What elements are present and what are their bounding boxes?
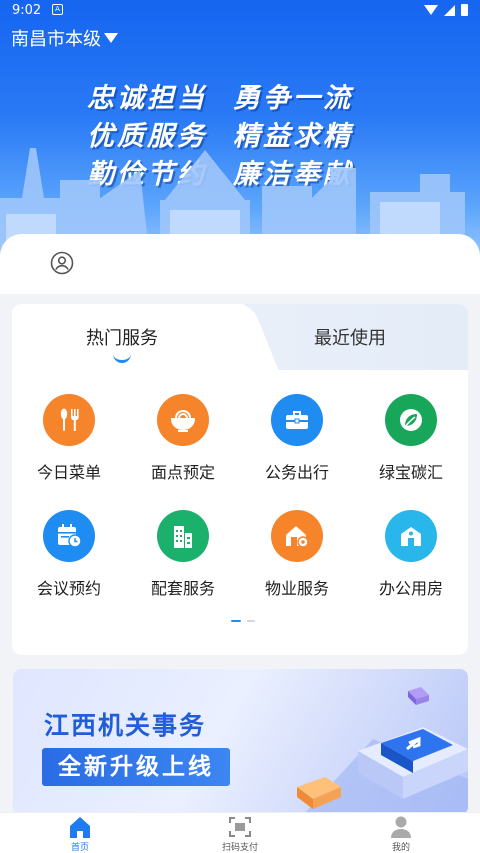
house-gear-icon (271, 510, 323, 562)
noodle-bowl-icon (157, 394, 209, 446)
service-label: 今日菜单 (36, 463, 101, 482)
page-indicator (231, 620, 255, 622)
office-house-icon (385, 510, 437, 562)
notification-icon: A (52, 4, 63, 15)
service-label: 公务出行 (264, 463, 329, 482)
caret-down-icon (104, 33, 118, 43)
page-dot-active (231, 620, 241, 622)
leaf-icon (385, 394, 437, 446)
service-item[interactable]: 绿宝碳汇 (354, 394, 468, 486)
slogan-text: 忠诚担当 (87, 83, 207, 114)
briefcase-icon (271, 394, 323, 446)
service-grid: 今日菜单 面点预定 公务出行 绿宝碳汇 会议预约 配套服务 物业服务 办公用房 (12, 394, 468, 602)
service-item[interactable]: 物业服务 (240, 510, 354, 602)
page-dot (247, 620, 255, 622)
scan-icon (229, 817, 251, 837)
tab-recent-used[interactable]: 最近使用 (314, 324, 386, 350)
service-item[interactable]: 面点预定 (126, 394, 240, 486)
service-item[interactable]: 会议预约 (12, 510, 126, 602)
banner-title: 江西机关事务 (44, 711, 207, 740)
promo-banner[interactable]: 江西机关事务 全新升级上线 (13, 669, 468, 815)
signal-icon (444, 4, 455, 16)
service-label: 物业服务 (264, 579, 329, 598)
nav-label: 扫码支付 (221, 843, 258, 853)
nav-mine[interactable]: 我的 (361, 815, 441, 853)
profile-icon (391, 816, 411, 838)
upgrade-illustration (297, 687, 468, 815)
buildings-icon (157, 510, 209, 562)
service-label: 面点预定 (150, 463, 215, 482)
battery-icon (461, 4, 468, 16)
nav-label: 我的 (391, 843, 410, 853)
service-item[interactable]: 公务出行 (240, 394, 354, 486)
nav-label: 首页 (70, 843, 89, 853)
banner-subtitle: 全新升级上线 (42, 748, 230, 786)
service-item[interactable]: 办公用房 (354, 510, 468, 602)
bottom-nav: 首页 扫码支付 我的 (0, 812, 480, 853)
city-label: 南昌市本级 (11, 29, 101, 50)
service-label: 办公用房 (378, 579, 443, 598)
slogan-text: 勇争一流 (233, 83, 353, 114)
wifi-icon (424, 5, 438, 15)
service-item[interactable]: 今日菜单 (12, 394, 126, 486)
status-bar: 9:02 A (0, 0, 480, 22)
service-label: 会议预约 (36, 579, 101, 598)
hero-banner: 9:02 A 南昌市本级 忠诚担当 勇争一流 优质服务 精益求精 勤俭节约 廉洁… (0, 0, 480, 262)
nav-home[interactable]: 首页 (40, 815, 120, 853)
nav-scan-pay[interactable]: 扫码支付 (200, 815, 280, 853)
user-card (0, 234, 480, 294)
user-avatar-icon[interactable] (50, 251, 74, 275)
service-label: 绿宝碳汇 (378, 463, 443, 482)
calendar-clock-icon (43, 510, 95, 562)
service-panel: 热门服务 最近使用 今日菜单 面点预定 公务出行 绿宝碳汇 会议预约 配套服务 … (12, 304, 468, 655)
city-selector[interactable]: 南昌市本级 (11, 26, 118, 50)
home-icon (70, 817, 90, 838)
tab-hot-services[interactable]: 热门服务 (86, 324, 158, 350)
fork-knife-icon (43, 394, 95, 446)
status-time: 9:02 (12, 3, 42, 18)
service-item[interactable]: 配套服务 (126, 510, 240, 602)
service-label: 配套服务 (150, 579, 215, 598)
